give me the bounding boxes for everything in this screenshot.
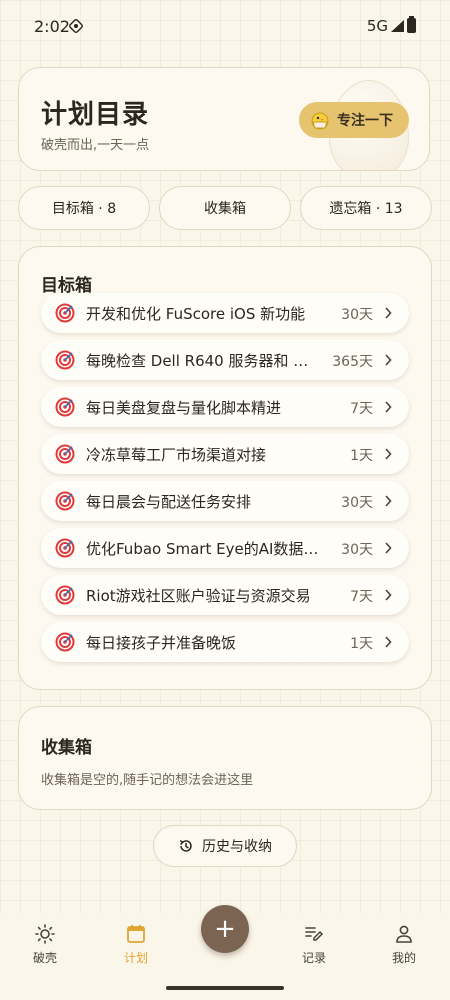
chevron-right-icon	[385, 401, 392, 413]
history-icon	[179, 839, 192, 852]
tab-forgotten-box[interactable]: 遗忘箱 · 13	[300, 186, 432, 230]
focus-button[interactable]: 专注一下	[299, 102, 409, 138]
battery-icon	[407, 16, 416, 33]
collect-box-empty-text: 收集箱是空的,随手记的想法会进这里	[41, 773, 254, 788]
person-icon	[396, 925, 412, 943]
goal-item-text: 每晚检查 Dell R640 服务器和 …	[86, 352, 309, 370]
goal-item[interactable]: 每日美盘复盘与量化脚本精进 7天	[41, 387, 409, 427]
edit-list-icon	[305, 927, 324, 941]
nav-label-hatch: 破壳	[32, 951, 57, 965]
history-archive-button[interactable]: 历史与收纳	[153, 825, 297, 867]
chevron-right-icon	[385, 542, 392, 554]
goal-item-days: 30天	[341, 542, 373, 558]
goal-item[interactable]: 每晚检查 Dell R640 服务器和 … 365天	[41, 340, 409, 380]
page-subtitle: 破壳而出,一天一点	[41, 138, 150, 153]
goal-item-days: 30天	[341, 307, 373, 323]
nav-item-plan[interactable]: 计划	[106, 923, 166, 966]
goal-item[interactable]: 每日晨会与配送任务安排 30天	[41, 481, 409, 521]
nav-label-record: 记录	[301, 951, 326, 965]
status-time: 2:02	[34, 17, 70, 36]
target-icon	[55, 491, 75, 511]
goal-box-card: 目标箱 开发和优化 FuScore iOS 新功能 30天 每晚检查 Dell R6…	[18, 246, 432, 690]
chevron-right-icon	[385, 636, 392, 648]
goal-item[interactable]: 冷冻草莓工厂市场渠道对接 1天	[41, 434, 409, 474]
goal-item-text: 每日晨会与配送任务安排	[86, 493, 252, 511]
chevron-right-icon	[385, 448, 392, 460]
goal-item-text: 优化Fubao Smart Eye的AI数据…	[86, 540, 319, 558]
goal-item-days: 365天	[332, 354, 373, 370]
focus-button-label: 专注一下	[337, 113, 393, 129]
chevron-right-icon	[385, 354, 392, 366]
page-title: 计划目录	[41, 100, 150, 130]
add-fab-button[interactable]: +	[201, 905, 249, 953]
goal-item-days: 7天	[350, 589, 373, 605]
goal-item[interactable]: 每日接孩子并准备晚饭 1天	[41, 622, 409, 662]
box-tabs: 目标箱 · 8 收集箱 遗忘箱 · 13	[18, 186, 432, 232]
history-button-label: 历史与收纳	[202, 839, 272, 855]
goal-item-text: Riot游戏社区账户验证与资源交易	[86, 587, 311, 605]
app-badge-icon	[69, 19, 83, 33]
goal-item-days: 1天	[350, 448, 373, 464]
target-icon	[55, 585, 75, 605]
nav-item-record[interactable]: 记录	[284, 923, 344, 966]
collect-box-card: 收集箱 收集箱是空的,随手记的想法会进这里	[18, 706, 432, 810]
tab-collect-box[interactable]: 收集箱	[159, 186, 291, 230]
chevron-right-icon	[385, 495, 392, 507]
goal-item[interactable]: 优化Fubao Smart Eye的AI数据… 30天	[41, 528, 409, 568]
goal-item-days: 7天	[350, 401, 373, 417]
calendar-icon	[127, 925, 145, 943]
status-bar: 2:02 5G	[0, 0, 450, 52]
network-type: 5G	[366, 17, 388, 35]
target-icon	[55, 397, 75, 417]
goal-item-text: 开发和优化 FuScore iOS 新功能	[86, 305, 306, 323]
tab-goal-box[interactable]: 目标箱 · 8	[18, 186, 150, 230]
goal-item-text: 每日接孩子并准备晚饭	[86, 634, 237, 652]
target-icon	[55, 350, 75, 370]
goal-item-days: 30天	[341, 495, 373, 511]
chick-icon	[311, 112, 329, 130]
target-icon	[55, 303, 75, 323]
home-indicator	[166, 986, 284, 990]
sun-icon	[35, 924, 55, 944]
nav-item-hatch[interactable]: 破壳	[15, 923, 75, 966]
goal-item-text: 冷冻草莓工厂市场渠道对接	[86, 446, 267, 464]
nav-label-mine: 我的	[391, 951, 416, 965]
goal-item-text: 每日美盘复盘与量化脚本精进	[86, 399, 282, 417]
collect-box-title: 收集箱	[41, 738, 92, 758]
chevron-right-icon	[385, 589, 392, 601]
goal-item-days: 1天	[350, 636, 373, 652]
header-card: 计划目录 破壳而出,一天一点 专注一下	[18, 67, 430, 171]
chevron-right-icon	[385, 307, 392, 319]
goal-list: 开发和优化 FuScore iOS 新功能 30天 每晚检查 Dell R640 服…	[41, 293, 409, 669]
goal-item[interactable]: Riot游戏社区账户验证与资源交易 7天	[41, 575, 409, 615]
signal-icon	[391, 20, 404, 32]
nav-item-mine[interactable]: 我的	[374, 923, 434, 966]
goal-item[interactable]: 开发和优化 FuScore iOS 新功能 30天	[41, 293, 409, 333]
target-icon	[55, 632, 75, 652]
target-icon	[55, 444, 75, 464]
target-icon	[55, 538, 75, 558]
nav-label-plan: 计划	[123, 951, 148, 965]
